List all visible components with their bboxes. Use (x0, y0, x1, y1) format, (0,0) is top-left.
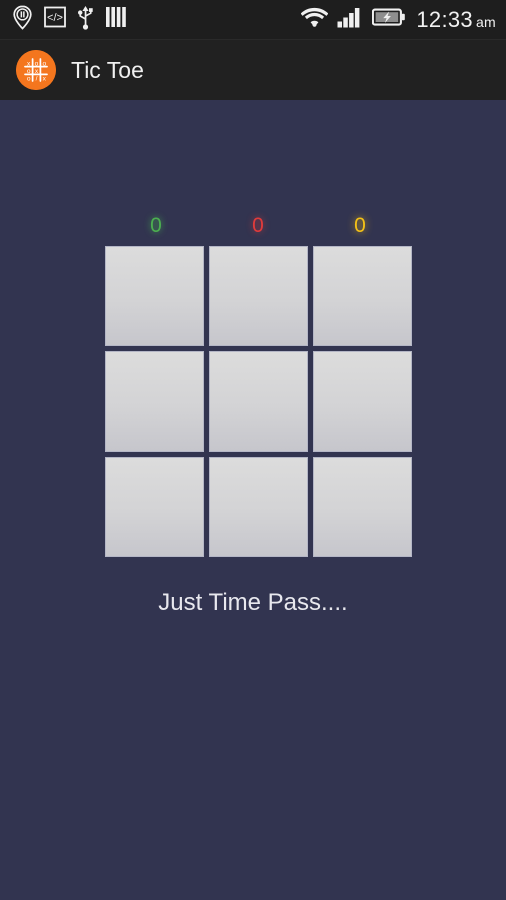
developer-options-icon: </> (44, 6, 66, 33)
svg-text:o: o (27, 76, 31, 83)
vibrate-bars-icon (105, 6, 129, 33)
status-bar-left-icons: </> (12, 5, 140, 35)
location-pause-icon (12, 5, 33, 35)
svg-text:/: / (36, 76, 38, 83)
status-bar-clock: 12:33 am (416, 7, 496, 33)
board-cell[interactable] (209, 246, 308, 347)
board-cell[interactable] (313, 246, 412, 347)
player-x-score: 0 (150, 214, 162, 237)
game-area: 0 0 0 Just Time Pass.... (0, 100, 506, 900)
game-board (105, 246, 412, 557)
battery-charging-icon (372, 7, 406, 32)
wifi-icon (300, 6, 329, 33)
svg-text:o: o (42, 60, 46, 67)
board-cell[interactable] (209, 351, 308, 452)
score-row: 0 0 0 (105, 213, 411, 239)
svg-text:</>: </> (47, 12, 63, 24)
board-cell[interactable] (313, 456, 412, 557)
player-o-score: 0 (354, 214, 366, 237)
app-logo-icon: x o o o x o / x (16, 50, 56, 90)
draw-score: 0 (252, 214, 264, 237)
usb-icon (77, 5, 94, 35)
status-bar-right-icons: 12:33 am (292, 6, 496, 33)
board-cell[interactable] (105, 246, 204, 347)
board-cell[interactable] (209, 456, 308, 557)
app-root: </> 12:33 am x o o o x o / x Tic Toe 0 0… (0, 0, 506, 900)
page-title: Tic Toe (71, 56, 144, 83)
status-bar: </> 12:33 am (0, 0, 506, 40)
board-cell[interactable] (313, 351, 412, 452)
clock-time: 12:33 (416, 6, 473, 32)
tagline-text: Just Time Pass.... (158, 589, 348, 616)
action-bar: x o o o x o / x Tic Toe (0, 40, 506, 100)
board-cell[interactable] (105, 351, 204, 452)
clock-ampm: am (475, 13, 496, 30)
signal-bars-icon (337, 6, 363, 33)
svg-text:o: o (27, 68, 31, 75)
board-cell[interactable] (105, 456, 204, 557)
svg-text:o: o (35, 60, 39, 67)
